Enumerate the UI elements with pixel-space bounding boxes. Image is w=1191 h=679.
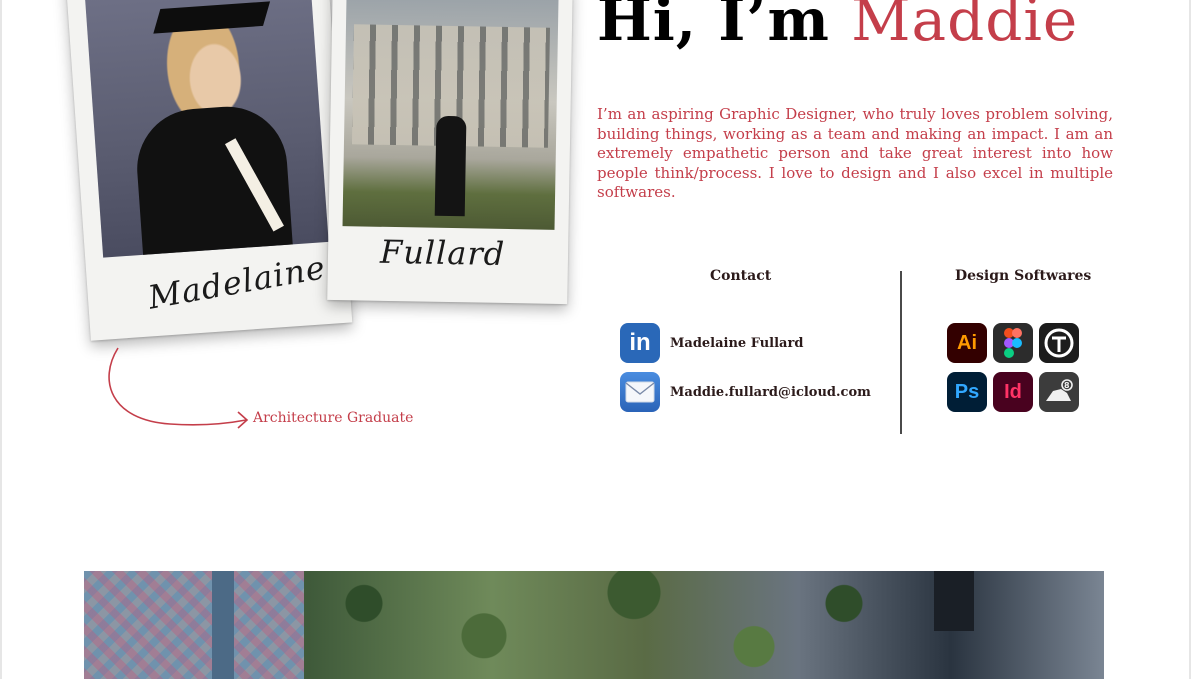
polaroid-caption-last: Fullard	[379, 232, 506, 273]
polaroid-building: Fullard	[327, 0, 573, 305]
hero-bio: I’m an aspiring Graphic Designer, who tr…	[597, 105, 1113, 201]
column-divider	[900, 271, 902, 434]
sketchup-icon	[1039, 323, 1079, 363]
frame-left-edge	[0, 0, 2, 679]
hero-name: Maddie	[851, 0, 1079, 54]
mosaic-wall	[84, 571, 304, 679]
mortarboard	[153, 1, 271, 34]
graduation-portrait-photo	[84, 0, 329, 258]
hero-title: Hi, I’m Maddie	[597, 0, 1078, 54]
illustrator-icon: Ai	[947, 323, 987, 363]
hero-greeting: Hi, I’m	[597, 0, 852, 54]
photoshop-icon: Ps	[947, 372, 987, 412]
contact-heading: Contact	[710, 268, 772, 284]
svg-text:8: 8	[1064, 381, 1070, 390]
tree-leaves	[304, 571, 904, 679]
polaroid-portrait: Madelaine	[65, 0, 353, 341]
linkedin-name: Madelaine Fullard	[670, 335, 804, 351]
street-lamp	[934, 571, 974, 631]
architecture-graduate-label: Architecture Graduate	[253, 410, 414, 426]
email-address: Maddie.fullard@icloud.com	[670, 384, 871, 400]
graduate-figure	[434, 115, 467, 217]
graduation-building-photo	[342, 0, 559, 230]
indesign-icon: Id	[993, 372, 1033, 412]
pillar	[212, 571, 234, 679]
gown	[133, 102, 294, 258]
linkedin-icon: in	[620, 323, 660, 363]
linkedin-link[interactable]: in Madelaine Fullard	[620, 323, 803, 363]
email-link[interactable]: Maddie.fullard@icloud.com	[620, 372, 871, 412]
figma-icon	[993, 323, 1033, 363]
rhino-icon: 8	[1039, 372, 1079, 412]
curved-arrow-icon	[108, 347, 249, 429]
polaroid-caption-first: Madelaine	[145, 248, 329, 317]
software-grid: Ai Ps Id 8	[947, 323, 1079, 412]
mail-icon	[620, 372, 660, 412]
software-heading: Design Softwares	[955, 268, 1092, 284]
banner-photo	[84, 571, 1104, 679]
